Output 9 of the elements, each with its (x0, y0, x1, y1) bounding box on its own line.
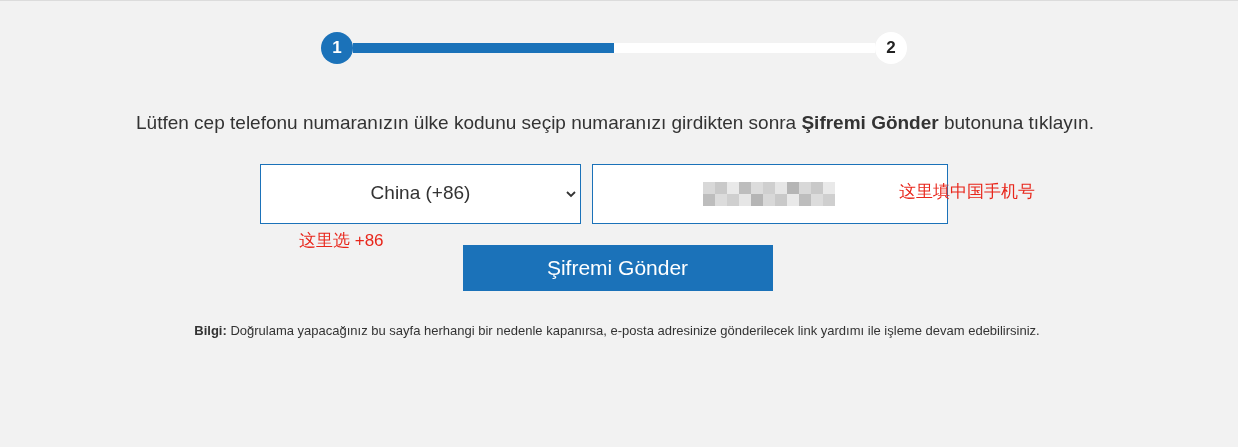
send-password-button[interactable]: Şifremi Gönder (462, 244, 773, 291)
chevron-down-icon (566, 188, 576, 199)
phone-input-field[interactable] (592, 163, 948, 224)
country-select[interactable]: China (+86) (260, 163, 581, 224)
step-indicator: 2 (875, 32, 907, 64)
instruction-text: Lütfen cep telefonu numaranızın ülke kodunu seçip numaranızı girdikten sonra Şifremi Gönder butonuna tıklayın. (136, 111, 1094, 135)
step-indicator: 1 (321, 32, 353, 64)
info-text: Bilgi: Doğrulama yapacağınız bu sayfa herhangi bir nedenle kapanırsa, e-posta adresinize gönderilecek link yardımı ile işleme devam edebilirsiniz. (194, 321, 1040, 340)
annotation-text: 这里选 +86 (299, 229, 384, 252)
